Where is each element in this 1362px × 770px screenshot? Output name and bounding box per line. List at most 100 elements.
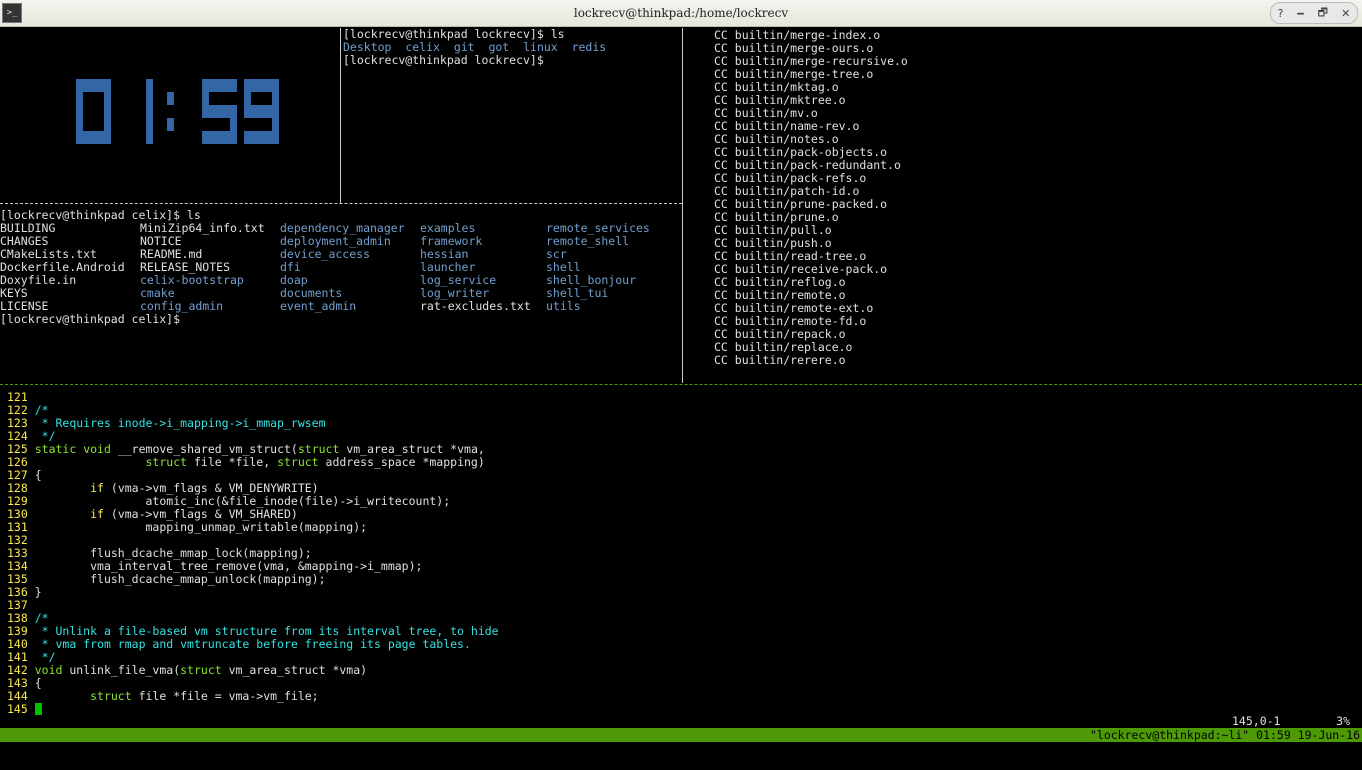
clock-digit-block (166, 118, 174, 131)
clock-digit-block (75, 131, 83, 144)
code-segment: struct (90, 689, 132, 703)
line-number: 136 (7, 585, 28, 599)
code-segment: if (90, 481, 104, 495)
window-controls: ? 🗕 🗗 ✕ (1270, 2, 1358, 24)
code-segment: */ (34, 650, 56, 664)
code-segment: mapping_unmap_writable(mapping); (34, 520, 368, 534)
vim-editor-pane[interactable]: 121 122 /* 123 * Requires inode->i_mappin… (7, 391, 1362, 715)
clock-digit-block (103, 92, 111, 105)
code-line: 121 (7, 391, 1362, 404)
clock-digit-block (250, 79, 258, 92)
shell-prompt: [lockrecv@thinkpad celix]$ (0, 312, 181, 326)
clock-digit-block (75, 79, 83, 92)
line-number: 132 (7, 533, 28, 547)
line-number: 122 (7, 403, 28, 417)
clock-digit-block (264, 105, 272, 118)
clock-digit-block (201, 79, 209, 92)
window-title: lockrecv@thinkpad:/home/lockrecv (573, 6, 789, 20)
minimize-button[interactable]: 🗕 (1297, 4, 1305, 23)
line-number: 143 (7, 676, 28, 690)
clock-digit-block (145, 131, 153, 144)
line-number: 139 (7, 624, 28, 638)
status-right: "lockrecv@thinkpad:~li" 01:59 19-Jun-16 (1089, 728, 1360, 742)
code-line: 140 * vma from rmap and vmtruncate befor… (7, 638, 1362, 651)
clock-digit-block (250, 105, 258, 118)
clock-digit-block (145, 79, 153, 92)
home-shell-pane[interactable]: [lockrecv@thinkpad lockrecv]$ ls Desktop … (343, 28, 681, 203)
line-number: 131 (7, 520, 28, 534)
clock-digit-block (75, 105, 83, 118)
code-line: 136 } (7, 586, 1362, 599)
line-number: 140 (7, 637, 28, 651)
clock-digit-block (75, 118, 83, 131)
pane-divider[interactable] (682, 28, 683, 383)
line-number: 124 (7, 429, 28, 443)
pane-divider[interactable] (0, 203, 682, 204)
line-number: 125 (7, 442, 28, 456)
build-output-pane[interactable]: CC builtin/merge-index.o CC builtin/merge… (714, 28, 1362, 383)
scroll-percent: 3% (1336, 714, 1350, 728)
code-segment: vma_interval_tree_remove(vma, &mapping->… (34, 559, 423, 573)
help-button[interactable]: ? (1278, 7, 1284, 20)
code-segment: * Requires inode->i_mapping->i_mmap_rwse… (34, 416, 326, 430)
vim-ruler: 145,0-1 3% (0, 715, 1362, 728)
clock-digit-block (257, 105, 265, 118)
file-entry: rat-excludes.txt (420, 299, 531, 313)
clock-digit-block (222, 131, 230, 144)
clock-digit-block (82, 131, 90, 144)
code-segment: { (34, 676, 42, 690)
clock-digit-block (250, 131, 258, 144)
code-segment: (vma->vm_flags & VM_SHARED) (103, 507, 298, 521)
active-pane-border (0, 384, 1362, 385)
text-segment (475, 40, 489, 54)
clock-digit-block (208, 131, 216, 144)
text-segment: git (453, 40, 475, 54)
clock-display (75, 79, 279, 144)
code-segment: flush_dcache_mmap_unlock(mapping); (34, 572, 326, 586)
clock-digit-block (201, 92, 209, 105)
clock-digit-block (96, 79, 104, 92)
code-line: 135 flush_dcache_mmap_unlock(mapping); (7, 573, 1362, 586)
file-entry: utils (546, 299, 581, 313)
code-segment: void (34, 663, 63, 677)
code-segment: static (34, 442, 77, 456)
clock-digit-block (222, 79, 230, 92)
text-segment: linux (523, 40, 558, 54)
code-segment: address_space *mapping) (318, 455, 485, 469)
code-segment: unlink_file_vma( (62, 663, 181, 677)
code-segment: * Unlink a file-based vm structure from … (34, 624, 499, 638)
clock-digit-block (145, 92, 153, 105)
code-segment: */ (34, 429, 56, 443)
title-bar: >_ lockrecv@thinkpad:/home/lockrecv ? 🗕 … (0, 0, 1362, 27)
clock-pane[interactable] (0, 28, 340, 203)
code-segment: } (34, 585, 42, 599)
line-number: 135 (7, 572, 28, 586)
code-line: 126 struct file *file, struct address_sp… (7, 456, 1362, 469)
line-number: 142 (7, 663, 28, 677)
tmux-status-bar: [0] 0:vim* "lockrecv@thinkpad:~li" 01:59… (0, 728, 1362, 756)
pane-divider[interactable] (340, 28, 341, 203)
line-number: 138 (7, 611, 28, 625)
restore-button[interactable]: 🗗 (1318, 4, 1328, 23)
clock-digit-block (271, 92, 279, 105)
line-number: 141 (7, 650, 28, 664)
file-entry: event_admin (280, 299, 357, 313)
clock-digit-block (103, 79, 111, 92)
code-segment: * vma from rmap and vmtruncate before fr… (34, 637, 471, 651)
clock-digit-block (264, 79, 272, 92)
window-list[interactable]: [0] 0:vim* (14, 742, 83, 756)
clock-digit-block (215, 131, 223, 144)
close-button[interactable]: ✕ (1341, 7, 1350, 20)
clock-digit-block (243, 131, 251, 144)
code-line: 142 void unlink_file_vma(struct vm_area_… (7, 664, 1362, 677)
line-number: 123 (7, 416, 28, 430)
clock-digit-block (271, 79, 279, 92)
celix-shell-pane[interactable]: [lockrecv@thinkpad celix]$ ls BUILDING Min… (0, 209, 681, 384)
code-segment: /* (34, 611, 49, 625)
line-number: 130 (7, 507, 28, 521)
clock-digit-block (264, 131, 272, 144)
build-line: CC builtin/rerere.o (714, 353, 846, 367)
code-segment: vm_area_struct *vma) (221, 663, 368, 677)
clock-digit-block (166, 92, 174, 105)
